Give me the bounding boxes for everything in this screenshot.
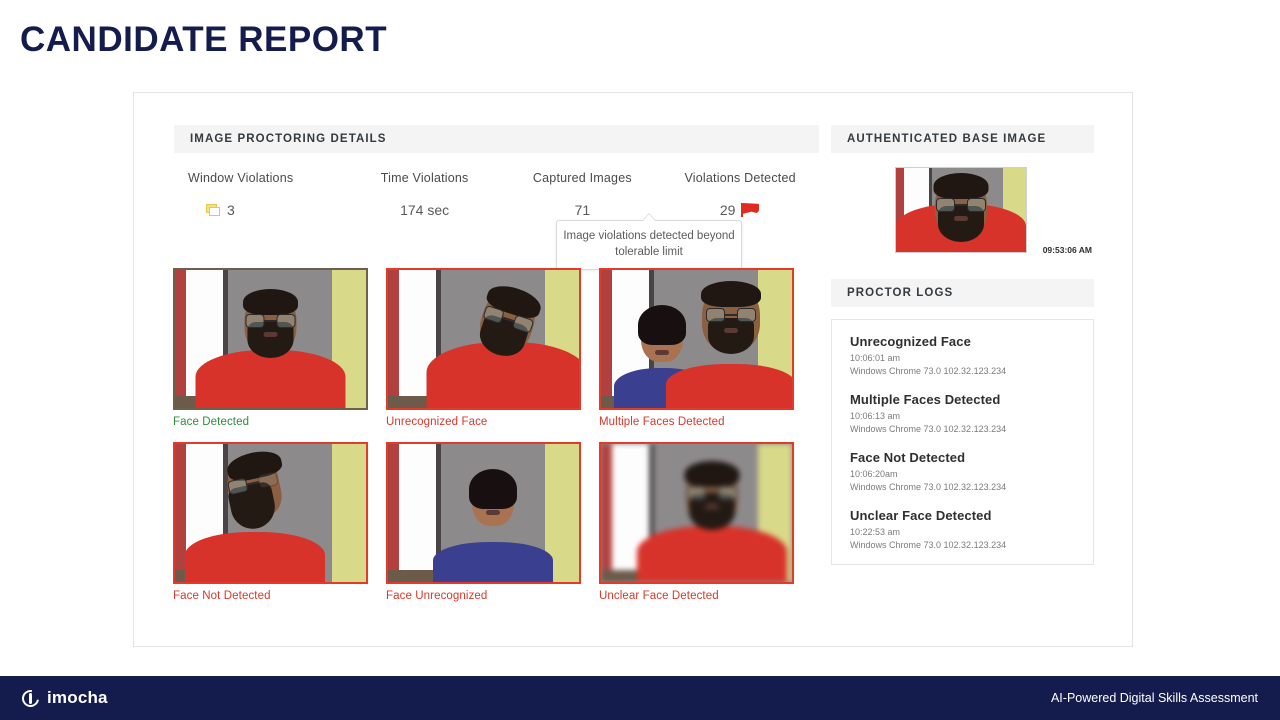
capture-caption: Face Not Detected [173, 590, 271, 602]
stat-captured-images: Captured Images 71 [504, 171, 662, 218]
log-entry[interactable]: Face Not Detected 10:06:20am Windows Chr… [850, 450, 1077, 492]
log-title: Face Not Detected [850, 450, 966, 465]
stat-value: 29 [719, 202, 736, 218]
slide-canvas: CANDIDATE REPORT IMAGE PROCTORING DETAIL… [0, 0, 1280, 720]
capture-item: Multiple Faces Detected [599, 268, 794, 428]
windows-copy-icon [206, 203, 221, 217]
proctor-logs-list: Unrecognized Face 10:06:01 am Windows Ch… [831, 319, 1094, 565]
stat-violations-detected: Violations Detected 29 [661, 171, 819, 218]
stat-time-violations: Time Violations 174 sec [346, 171, 504, 218]
person-figure [896, 168, 1026, 252]
red-flag-icon[interactable] [741, 203, 760, 217]
stat-window-violations: Window Violations 3 [174, 171, 346, 218]
stat-value-wrap: 174 sec [346, 202, 504, 218]
capture-item: Face Unrecognized [386, 442, 581, 602]
capture-caption: Unclear Face Detected [599, 590, 719, 602]
log-entry[interactable]: Unclear Face Detected 10:22:53 am Window… [850, 508, 1077, 550]
image-proctoring-header: IMAGE PROCTORING DETAILS [174, 125, 819, 153]
log-time: 10:06:20am [850, 469, 898, 479]
authenticated-base-image-header: AUTHENTICATED BASE IMAGE [831, 125, 1094, 153]
log-time: 10:06:01 am [850, 353, 901, 363]
capture-item: Face Detected [173, 268, 368, 428]
capture-thumbnail[interactable] [173, 268, 368, 410]
brand-logo[interactable]: imocha [18, 686, 108, 710]
proctor-logs-title: PROCTOR LOGS [847, 287, 954, 299]
footer-tagline: AI-Powered Digital Skills Assessment [1050, 691, 1258, 705]
capture-thumbnail[interactable] [386, 442, 581, 584]
violations-tooltip-text: Image violations detected beyond tolerab… [563, 230, 735, 258]
capture-item: Face Not Detected [173, 442, 368, 602]
capture-caption: Multiple Faces Detected [599, 416, 725, 428]
proctoring-stats-row: Window Violations 3 Time Violations 174 … [174, 171, 819, 218]
captured-images-grid: Face Detected Unrecognized Face Multiple… [173, 268, 813, 602]
log-meta: Windows Chrome 73.0 102.32.123.234 [850, 540, 1007, 550]
stat-value-wrap: 3 [188, 202, 346, 218]
webcam-scene [896, 168, 1026, 252]
capture-caption: Unrecognized Face [386, 416, 488, 428]
stat-label: Time Violations [380, 171, 469, 185]
stat-label: Captured Images [532, 171, 632, 185]
brand-name: imocha [47, 688, 108, 707]
authenticated-base-image-title: AUTHENTICATED BASE IMAGE [847, 133, 1047, 145]
log-meta: Windows Chrome 73.0 102.32.123.234 [850, 366, 1007, 376]
capture-thumbnail[interactable] [599, 442, 794, 584]
capture-thumbnail[interactable] [386, 268, 581, 410]
stat-label: Violations Detected [684, 171, 796, 185]
capture-thumbnail[interactable] [173, 442, 368, 584]
authenticated-base-photo[interactable] [895, 167, 1027, 253]
base-image-wrap: 09:53:06 AM [831, 167, 1094, 259]
log-time: 10:06:13 am [850, 411, 901, 421]
log-entry[interactable]: Multiple Faces Detected 10:06:13 am Wind… [850, 392, 1077, 434]
stat-value-wrap: 71 [504, 202, 662, 218]
log-entry[interactable]: Unrecognized Face 10:06:01 am Windows Ch… [850, 334, 1077, 376]
log-title: Multiple Faces Detected [850, 392, 1001, 407]
log-meta: Windows Chrome 73.0 102.32.123.234 [850, 424, 1007, 434]
capture-caption: Face Detected [173, 416, 250, 428]
log-title: Unrecognized Face [850, 334, 971, 349]
capture-item: Unrecognized Face [386, 268, 581, 428]
page-title: CANDIDATE REPORT [20, 20, 388, 59]
stat-value-wrap: 29 [661, 202, 819, 218]
stat-value: 174 sec [400, 202, 450, 218]
stat-label: Window Violations [188, 171, 294, 185]
stat-value: 71 [574, 202, 591, 218]
base-image-timestamp: 09:53:06 AM [1042, 245, 1092, 255]
proctor-logs-header: PROCTOR LOGS [831, 279, 1094, 307]
image-proctoring-title: IMAGE PROCTORING DETAILS [190, 133, 387, 145]
stat-value: 3 [227, 202, 235, 218]
violations-tooltip: Image violations detected beyond tolerab… [556, 213, 742, 271]
log-title: Unclear Face Detected [850, 508, 992, 523]
log-time: 10:22:53 am [850, 527, 901, 537]
image-proctoring-section: IMAGE PROCTORING DETAILS Window Violatio… [174, 125, 819, 218]
footer-bar: imocha AI-Powered Digital Skills Assessm… [0, 676, 1280, 720]
capture-item: Unclear Face Detected [599, 442, 794, 602]
capture-thumbnail[interactable] [599, 268, 794, 410]
right-column: AUTHENTICATED BASE IMAGE 09:53:06 AM PRO… [831, 125, 1094, 565]
log-meta: Windows Chrome 73.0 102.32.123.234 [850, 482, 1007, 492]
capture-caption: Face Unrecognized [386, 590, 488, 602]
imocha-logo-icon [18, 686, 43, 710]
